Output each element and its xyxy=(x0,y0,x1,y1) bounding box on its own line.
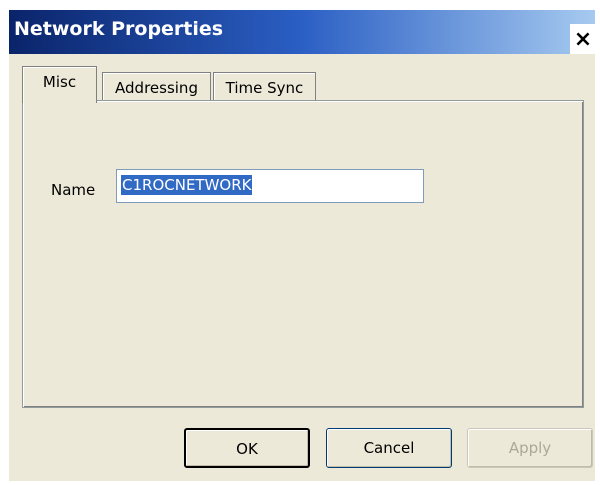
network-properties-dialog: Network Properties × Misc Addressing Tim… xyxy=(0,0,600,485)
tab-time-sync[interactable]: Time Sync xyxy=(213,72,316,103)
name-label: Name xyxy=(51,181,96,199)
dialog-body: Misc Addressing Time Sync Name C1ROCNETW… xyxy=(9,54,595,481)
cancel-button[interactable]: Cancel xyxy=(326,428,452,468)
close-icon: × xyxy=(573,27,593,52)
tab-misc[interactable]: Misc xyxy=(22,66,97,103)
name-input-selected-text: C1ROCNETWORK xyxy=(121,175,253,195)
close-button[interactable]: × xyxy=(570,24,596,58)
tab-addressing[interactable]: Addressing xyxy=(102,72,211,103)
misc-tab-panel: Name C1ROCNETWORK xyxy=(22,100,584,408)
name-input[interactable]: C1ROCNETWORK xyxy=(116,169,424,203)
ok-button[interactable]: OK xyxy=(184,428,310,468)
dialog-title: Network Properties xyxy=(14,18,224,40)
title-bar[interactable]: Network Properties × xyxy=(9,10,596,58)
apply-button[interactable]: Apply xyxy=(467,428,593,468)
